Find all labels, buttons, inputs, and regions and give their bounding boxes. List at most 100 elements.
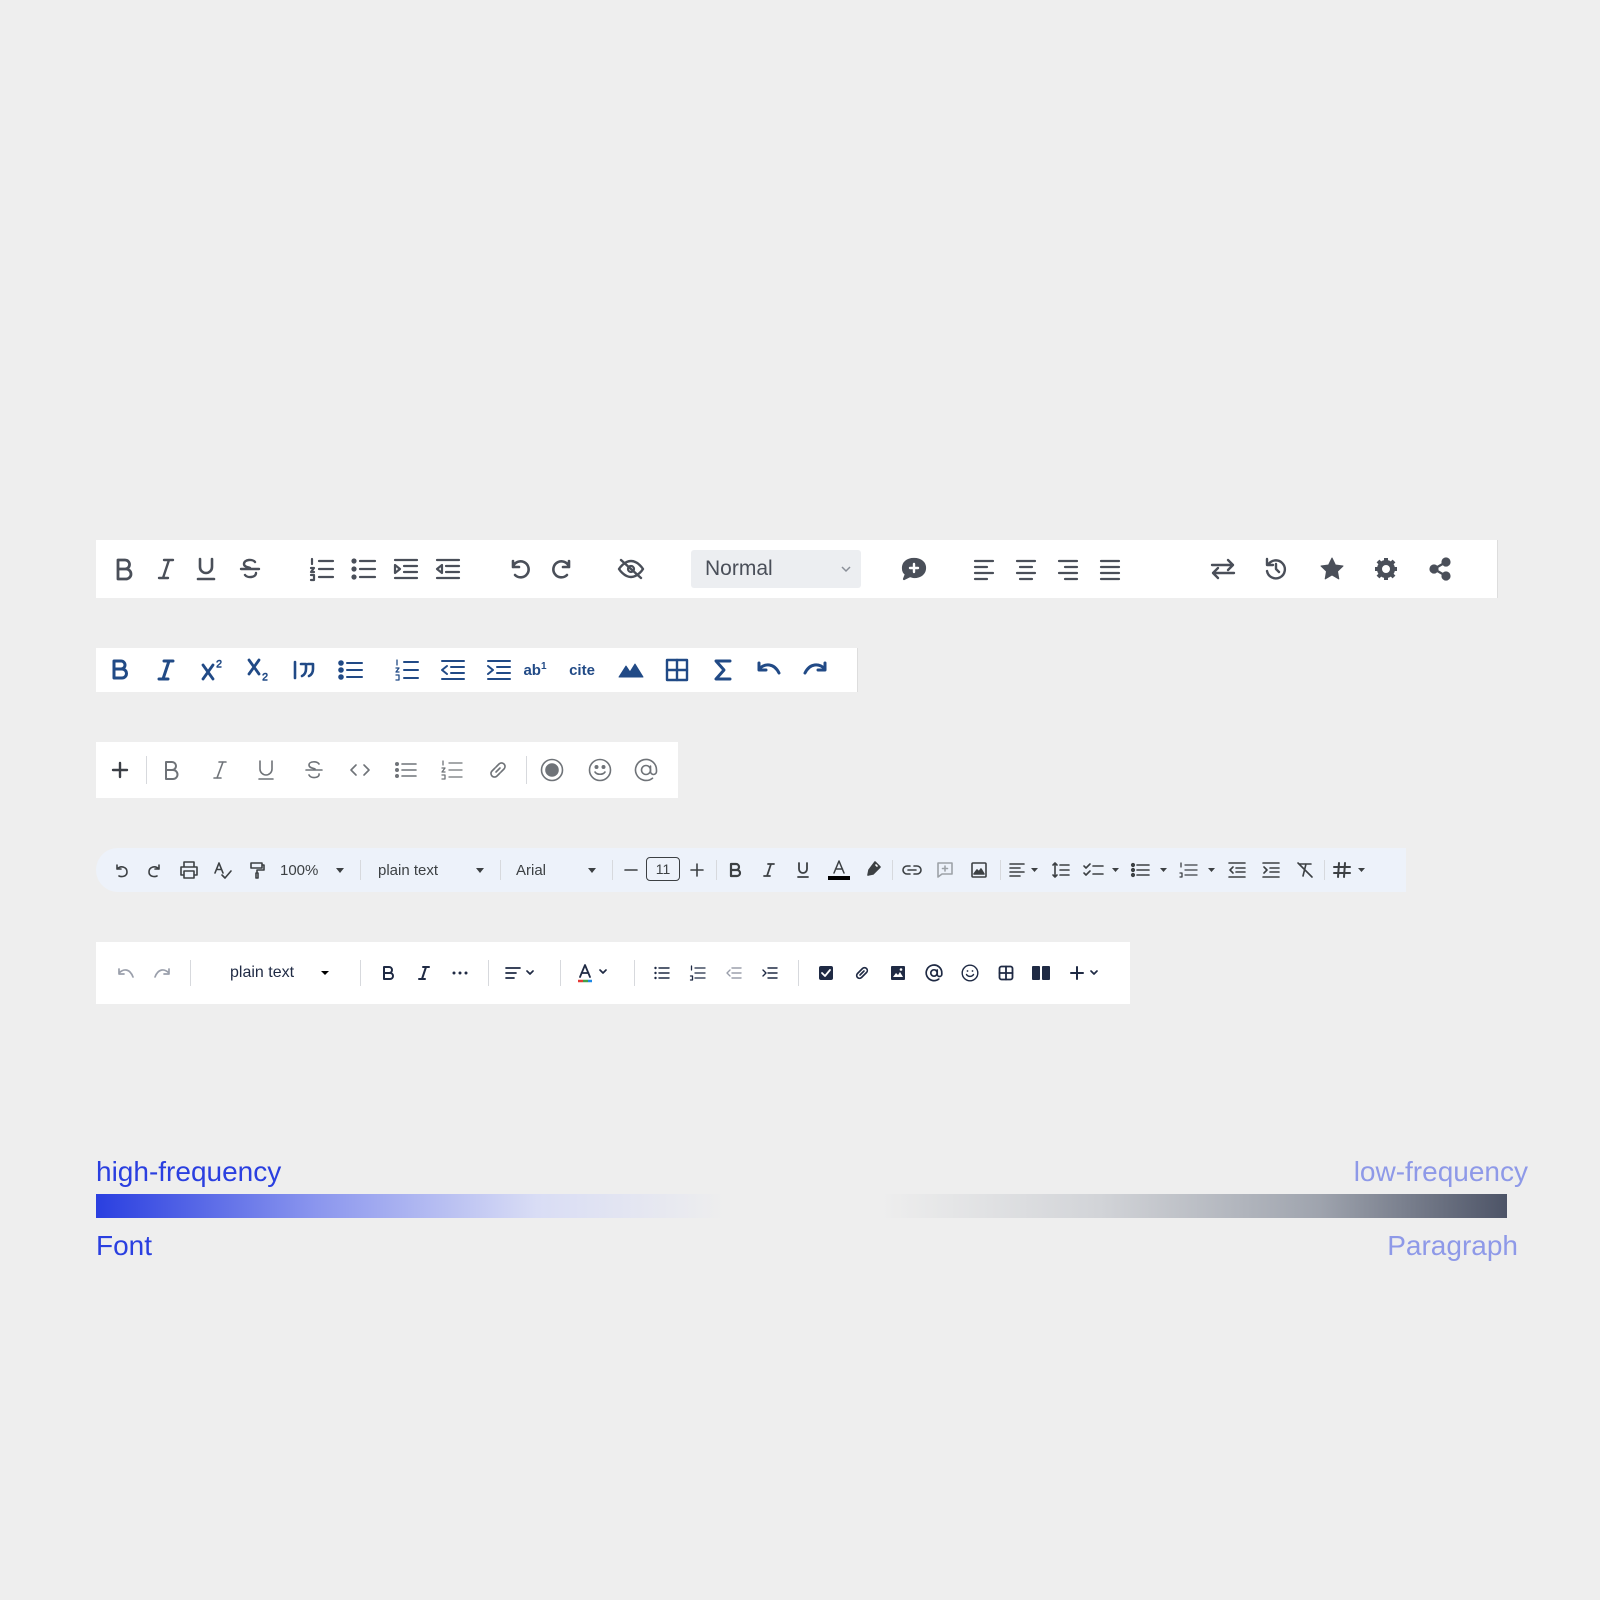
link-button[interactable] (850, 962, 874, 984)
font-select[interactable]: Arial (516, 859, 596, 881)
undo-button[interactable] (754, 656, 784, 684)
checklist-button[interactable] (1082, 859, 1122, 881)
bold-button[interactable] (106, 656, 134, 684)
bullet-list-button[interactable] (650, 962, 674, 984)
style-select[interactable]: plain text (230, 962, 330, 984)
italic-button[interactable] (206, 756, 234, 784)
indent-button[interactable] (484, 656, 514, 684)
swap-button[interactable] (1208, 555, 1238, 583)
align-button[interactable] (504, 962, 538, 984)
strikethrough-button[interactable] (236, 555, 264, 583)
italic-button[interactable] (152, 555, 180, 583)
zoom-select[interactable]: 100% (280, 859, 344, 881)
underline-button[interactable] (792, 859, 814, 881)
cite-button[interactable]: cite (562, 656, 602, 684)
bullet-list-button[interactable] (336, 656, 366, 684)
image-button[interactable] (616, 656, 646, 684)
style-select[interactable]: Normal (691, 550, 861, 588)
image-button[interactable] (886, 962, 910, 984)
insert-button[interactable] (106, 756, 134, 784)
numbered-list-button[interactable] (686, 962, 710, 984)
undo-button[interactable] (110, 859, 132, 881)
link-button[interactable] (900, 859, 924, 881)
text-color-button[interactable] (826, 857, 852, 883)
layout-columns-button[interactable] (1028, 962, 1054, 984)
increase-font-size-button[interactable] (686, 859, 708, 881)
redo-button[interactable] (548, 555, 576, 583)
text-color-button[interactable] (576, 960, 612, 986)
numbered-list-button[interactable] (392, 656, 422, 684)
style-select[interactable]: plain text (378, 859, 484, 881)
record-button[interactable] (538, 756, 566, 784)
footnote-button[interactable]: ab1 (518, 656, 552, 684)
numbered-list-button[interactable] (438, 756, 466, 784)
bold-button[interactable] (724, 859, 746, 881)
redo-button[interactable] (800, 656, 830, 684)
outdent-button[interactable] (438, 656, 468, 684)
undo-button[interactable] (506, 555, 534, 583)
code-button[interactable] (346, 756, 374, 784)
hide-button[interactable] (616, 555, 646, 583)
gear-button[interactable] (1372, 555, 1400, 583)
strikethrough-button[interactable] (300, 756, 328, 784)
insert-image-button[interactable] (968, 859, 990, 881)
outdent-button[interactable] (722, 962, 746, 984)
increase-indent-button[interactable] (1260, 859, 1282, 881)
redo-button[interactable] (144, 859, 166, 881)
align-right-button[interactable] (1054, 555, 1082, 583)
task-button[interactable] (814, 962, 838, 984)
italic-button[interactable] (152, 656, 180, 684)
hash-button[interactable] (1332, 859, 1372, 881)
indent-button[interactable] (392, 555, 420, 583)
italic-button[interactable] (412, 962, 436, 984)
outdent-button[interactable] (434, 555, 462, 583)
clear-format-button[interactable] (1294, 859, 1316, 881)
mention-button[interactable] (922, 962, 946, 984)
table-button[interactable] (662, 656, 692, 684)
add-comment-button[interactable] (934, 859, 956, 881)
align-button[interactable] (1008, 859, 1040, 881)
decrease-indent-button[interactable] (1226, 859, 1248, 881)
align-left-button[interactable] (970, 555, 998, 583)
paint-format-button[interactable] (246, 859, 268, 881)
underline-button[interactable] (252, 756, 280, 784)
bold-button[interactable] (110, 555, 138, 583)
bullet-list-button[interactable] (350, 555, 378, 583)
bold-button[interactable] (158, 756, 186, 784)
table-button[interactable] (994, 962, 1018, 984)
superscript-button[interactable] (198, 656, 228, 684)
sigma-button[interactable] (708, 656, 738, 684)
comment-button[interactable] (900, 555, 928, 583)
line-spacing-button[interactable] (1050, 859, 1072, 881)
highlight-button[interactable] (862, 857, 884, 881)
bold-button[interactable] (376, 962, 400, 984)
undo-button[interactable] (114, 962, 138, 984)
ordered-list-button[interactable] (308, 555, 336, 583)
italic-icon (213, 761, 227, 779)
subscript-button[interactable] (244, 656, 274, 684)
mention-button[interactable] (632, 756, 660, 784)
emoji-button[interactable] (586, 756, 614, 784)
align-center-button[interactable] (1012, 555, 1040, 583)
spellcheck-button[interactable] (212, 859, 234, 881)
star-button[interactable] (1318, 555, 1346, 583)
decrease-font-size-button[interactable] (620, 859, 642, 881)
bullet-list-button[interactable] (1130, 859, 1170, 881)
history-button[interactable] (1262, 555, 1290, 583)
print-button[interactable] (178, 859, 200, 881)
blockquote-button[interactable] (290, 656, 320, 684)
redo-button[interactable] (150, 962, 174, 984)
emoji-button[interactable] (958, 962, 982, 984)
underline-button[interactable] (192, 555, 220, 583)
link-button[interactable] (484, 756, 512, 784)
share-button[interactable] (1426, 555, 1454, 583)
justify-button[interactable] (1096, 555, 1124, 583)
bullet-list-button[interactable] (392, 756, 420, 784)
insert-more-button[interactable] (1068, 962, 1104, 984)
font-size-input[interactable]: 11 (646, 857, 680, 881)
more-formatting-button[interactable] (448, 962, 472, 984)
italic-button[interactable] (758, 859, 780, 881)
indent-button[interactable] (758, 962, 782, 984)
numbered-list-button[interactable] (1178, 859, 1218, 881)
emoji-icon (588, 758, 612, 782)
